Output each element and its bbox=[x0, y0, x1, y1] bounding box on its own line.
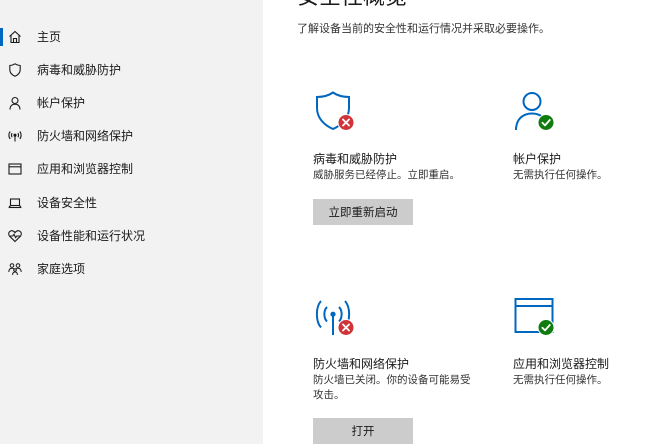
tile-description: 防火墙已关闭。你的设备可能易受攻击。 bbox=[313, 374, 471, 401]
tile-firewall-network-protection: 防火墙和网络保护 防火墙已关闭。你的设备可能易受攻击。 打开 bbox=[313, 295, 483, 444]
sidebar-item-label: 家庭选项 bbox=[37, 262, 86, 276]
sidebar-item-label: 设备性能和运行状况 bbox=[37, 229, 146, 243]
sidebar-item-label: 病毒和威胁防护 bbox=[37, 63, 122, 77]
browser-window-icon bbox=[7, 161, 23, 177]
home-icon bbox=[7, 29, 23, 45]
tile-app-browser-control: 应用和浏览器控制 无需执行任何操作。 bbox=[513, 295, 653, 395]
sidebar-item-family-options[interactable]: 家庭选项 bbox=[0, 254, 263, 284]
sidebar-item-device-security[interactable]: 设备安全性 bbox=[0, 188, 263, 218]
restart-now-button[interactable]: 立即重新启动 bbox=[313, 199, 413, 225]
sidebar-item-account-protection[interactable]: 帐户保护 bbox=[0, 88, 263, 118]
sidebar-item-home[interactable]: 主页 bbox=[0, 22, 263, 52]
sidebar-item-virus-protection[interactable]: 病毒和威胁防护 bbox=[0, 55, 263, 85]
family-icon bbox=[7, 261, 23, 277]
shield-icon bbox=[7, 62, 23, 78]
tile-virus-threat-protection: 病毒和威胁防护 威胁服务已经停止。立即重启。 立即重新启动 bbox=[313, 90, 483, 230]
shield-icon[interactable] bbox=[313, 90, 359, 136]
person-icon[interactable] bbox=[513, 90, 559, 136]
tile-account-protection: 帐户保护 无需执行任何操作。 bbox=[513, 90, 653, 190]
laptop-icon bbox=[7, 195, 23, 211]
sidebar-item-label: 设备安全性 bbox=[37, 196, 98, 210]
windows-security-app: 主页 病毒和威胁防护 帐户保护 防火墙和网络保护 应用和浏览器控制 设备安全性 … bbox=[0, 0, 660, 444]
sidebar-item-label: 帐户保护 bbox=[37, 96, 86, 110]
tile-description: 无需执行任何操作。 bbox=[513, 169, 608, 181]
selected-indicator bbox=[0, 28, 3, 46]
sidebar-item-label: 应用和浏览器控制 bbox=[37, 162, 134, 176]
sidebar-item-app-browser-control[interactable]: 应用和浏览器控制 bbox=[0, 154, 263, 184]
tile-description: 无需执行任何操作。 bbox=[513, 374, 608, 386]
page-subtitle: 了解设备当前的安全性和运行情况并采取必要操作。 bbox=[297, 22, 550, 35]
sidebar: 主页 病毒和威胁防护 帐户保护 防火墙和网络保护 应用和浏览器控制 设备安全性 … bbox=[0, 0, 263, 444]
sidebar-item-label: 主页 bbox=[37, 30, 62, 44]
tile-title: 帐户保护 bbox=[513, 152, 562, 166]
wifi-antenna-icon[interactable] bbox=[313, 295, 359, 341]
heart-pulse-icon bbox=[7, 228, 23, 244]
browser-window-icon[interactable] bbox=[513, 295, 559, 341]
tile-title: 防火墙和网络保护 bbox=[313, 357, 410, 371]
turn-on-button[interactable]: 打开 bbox=[313, 418, 413, 444]
tile-title: 病毒和威胁防护 bbox=[313, 152, 398, 166]
sidebar-item-device-performance[interactable]: 设备性能和运行状况 bbox=[0, 221, 263, 251]
page-title: 安全性概览 bbox=[297, 0, 407, 12]
main-content: 安全性概览 了解设备当前的安全性和运行情况并采取必要操作。 病毒和威胁防护 威胁… bbox=[263, 0, 660, 444]
tile-title: 应用和浏览器控制 bbox=[513, 357, 610, 371]
sidebar-item-firewall[interactable]: 防火墙和网络保护 bbox=[0, 121, 263, 151]
person-icon bbox=[7, 95, 23, 111]
tile-description: 威胁服务已经停止。立即重启。 bbox=[313, 169, 460, 181]
wifi-antenna-icon bbox=[7, 128, 23, 144]
sidebar-item-label: 防火墙和网络保护 bbox=[37, 129, 134, 143]
